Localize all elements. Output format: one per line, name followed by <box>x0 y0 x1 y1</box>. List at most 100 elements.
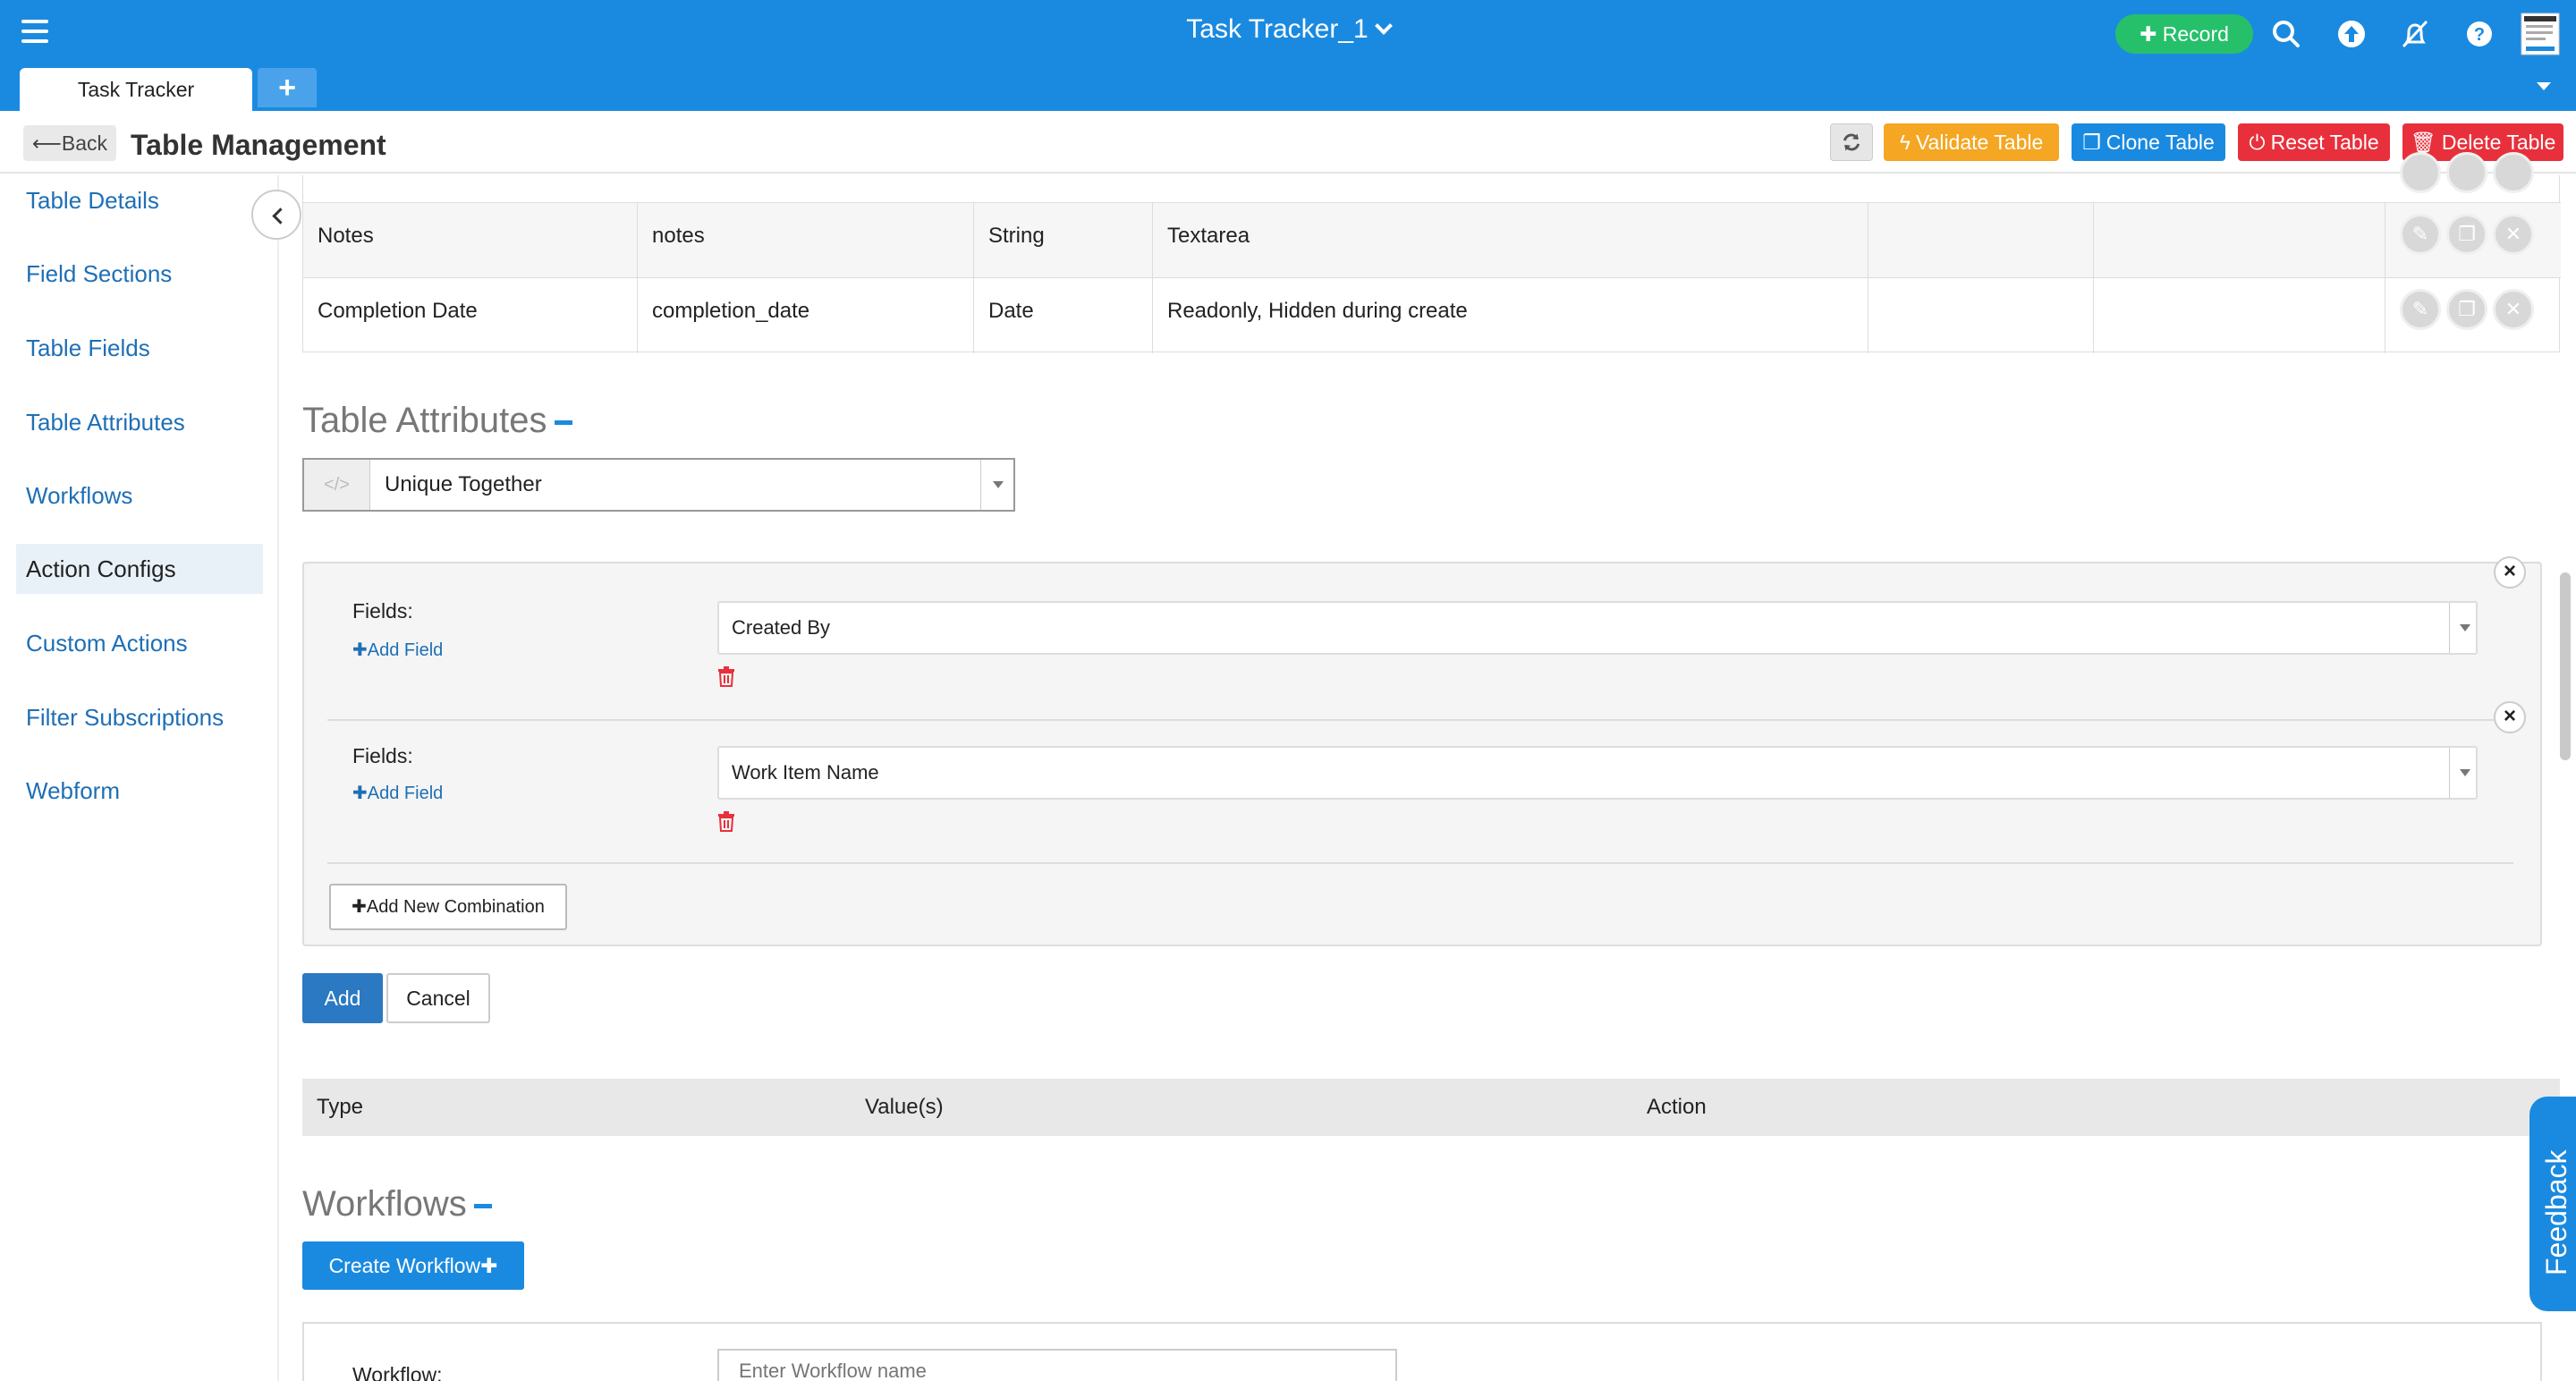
workflow-label: Workflow: <box>352 1363 443 1381</box>
validate-table-label: Validate Table <box>1915 131 2044 154</box>
feedback-tab[interactable]: Feedback <box>2529 1097 2576 1311</box>
copy-icon[interactable]: ❐ <box>2446 214 2487 255</box>
add-field-link[interactable]: ✚Add Field <box>352 639 443 661</box>
edit-icon[interactable]: ✎ <box>2400 214 2441 255</box>
caret-down-icon[interactable] <box>993 481 1004 488</box>
field-type-cell: Date <box>974 278 1153 353</box>
table-row: Notes notes String Textarea ✎ ❐ ✕ <box>303 202 2561 278</box>
reset-table-label: Reset Table <box>2270 131 2379 154</box>
combination-divider <box>327 862 2513 864</box>
help-icon[interactable]: ? <box>2463 18 2496 50</box>
record-button-label: Record <box>2162 22 2229 46</box>
sidebar-item-field-sections[interactable]: Field Sections <box>16 249 263 299</box>
plus-icon: ✚ <box>352 640 368 660</box>
sidebar-item-table-fields[interactable]: Table Fields <box>16 323 263 373</box>
table-attributes-heading: Table Attributes <box>302 401 572 441</box>
upload-icon[interactable] <box>2335 18 2368 50</box>
create-workflow-button[interactable]: Create Workflow✚ <box>302 1241 524 1290</box>
refresh-button[interactable] <box>1830 123 1873 161</box>
sidebar-item-table-attributes[interactable]: Table Attributes <box>16 397 263 447</box>
collapse-sidebar-button[interactable] <box>251 190 301 240</box>
plus-icon: ✚ <box>480 1254 498 1277</box>
reset-table-button[interactable]: ⏻ Reset Table <box>2238 123 2390 161</box>
back-button-label: Back <box>61 131 108 155</box>
record-button[interactable]: ✚ Record <box>2115 14 2253 54</box>
sidebar-item-webform[interactable]: Webform <box>16 766 263 816</box>
copy-icon[interactable]: ❐ <box>2446 289 2487 330</box>
field-type-cell: String <box>974 203 1153 278</box>
select-divider <box>980 460 981 510</box>
caret-down-icon[interactable] <box>2460 624 2470 631</box>
chevron-down-icon[interactable] <box>1374 17 1393 35</box>
sidebar-item-workflows[interactable]: Workflows <box>16 470 263 521</box>
validate-table-button[interactable]: ϟ Validate Table <box>1884 123 2059 161</box>
field-select-value[interactable]: Work Item Name <box>732 748 879 798</box>
close-icon[interactable]: ✕ <box>2493 214 2534 255</box>
page-scrollbar[interactable] <box>2560 572 2571 760</box>
collapse-section-icon[interactable] <box>473 1203 492 1208</box>
edit-icon[interactable] <box>2400 152 2441 193</box>
feedback-label: Feedback <box>2540 1149 2572 1275</box>
avatar[interactable] <box>2521 13 2560 55</box>
notifications-off-icon[interactable] <box>2399 18 2431 50</box>
field-key-cell: completion_date <box>638 278 974 353</box>
action-column-header: Action <box>1647 1095 1707 1119</box>
collapse-section-icon[interactable] <box>554 419 572 425</box>
attributes-table-header: Type Value(s) Action <box>302 1079 2560 1136</box>
delete-field-icon[interactable] <box>717 810 735 832</box>
plus-icon: ✚ <box>2140 22 2157 46</box>
sidebar-item-filter-subscriptions[interactable]: Filter Subscriptions <box>16 692 263 742</box>
search-icon[interactable] <box>2270 18 2302 50</box>
remove-combination-icon[interactable]: × <box>2494 701 2526 733</box>
row-actions: ✎ ❐ ✕ <box>2400 289 2539 330</box>
field-select-value[interactable]: Created By <box>732 603 830 653</box>
workflow-form-panel <box>302 1322 2542 1381</box>
sidebar-item-table-details[interactable]: Table Details <box>16 175 263 225</box>
plus-icon: ✚ <box>352 897 367 917</box>
clone-table-button[interactable]: ❐ Clone Table <box>2072 123 2225 161</box>
sidebar-item-custom-actions[interactable]: Custom Actions <box>16 618 263 668</box>
sidebar-item-action-configs[interactable]: Action Configs <box>16 544 263 594</box>
add-tab-button[interactable]: + <box>258 68 317 107</box>
attribute-type-select[interactable]: </> Unique Together <box>302 458 1015 512</box>
delete-field-icon[interactable] <box>717 665 735 687</box>
add-field-label: Add Field <box>367 784 444 803</box>
tabs-dropdown-icon[interactable] <box>2537 82 2551 90</box>
code-icon: </> <box>304 460 370 510</box>
field-select[interactable]: Work Item Name <box>717 746 2478 800</box>
page-header: ⟵Back Table Management ϟ Validate Table ❐… <box>0 111 2576 174</box>
app-title-text[interactable]: Task Tracker_1 <box>1186 14 1368 44</box>
values-column-header: Value(s) <box>865 1095 944 1119</box>
workflow-name-input[interactable] <box>717 1349 1397 1381</box>
add-field-link[interactable]: ✚Add Field <box>352 782 443 804</box>
workflows-title: Workflows <box>302 1184 467 1224</box>
top-bar: Task Tracker_1 ✚ Record ? Task Tracker + <box>0 0 2576 111</box>
field-widget-cell: Textarea <box>1153 203 1868 278</box>
delete-table-label: Delete Table <box>2441 131 2556 154</box>
combination-divider <box>327 719 2513 721</box>
bolt-icon: ϟ <box>1899 131 1911 154</box>
fields-table: Notes notes String Textarea ✎ ❐ ✕ Completi… <box>302 152 2561 353</box>
edit-icon[interactable]: ✎ <box>2400 289 2441 330</box>
empty-cell <box>1868 278 2094 353</box>
attribute-type-value[interactable]: Unique Together <box>385 460 542 510</box>
table-attributes-title: Table Attributes <box>302 401 547 440</box>
copy-icon: ❐ <box>2082 131 2101 154</box>
remove-combination-icon[interactable]: × <box>2494 556 2526 589</box>
workflows-heading: Workflows <box>302 1184 492 1224</box>
sidebar: Table Details Field Sections Table Field… <box>0 175 279 1381</box>
empty-cell <box>2094 278 2385 353</box>
tab-task-tracker[interactable]: Task Tracker <box>20 68 252 111</box>
fields-label: Fields: <box>352 744 413 767</box>
add-new-combination-label: Add New Combination <box>366 897 545 917</box>
field-select[interactable]: Created By <box>717 601 2478 655</box>
caret-down-icon[interactable] <box>2460 769 2470 776</box>
add-new-combination-button[interactable]: ✚Add New Combination <box>329 884 567 930</box>
add-button[interactable]: Add <box>302 973 383 1023</box>
close-icon[interactable] <box>2493 152 2534 193</box>
cancel-button[interactable]: Cancel <box>386 973 490 1023</box>
close-icon[interactable]: ✕ <box>2493 289 2534 330</box>
back-button[interactable]: ⟵Back <box>23 125 116 161</box>
copy-icon[interactable] <box>2446 152 2487 193</box>
empty-cell <box>2094 203 2385 278</box>
